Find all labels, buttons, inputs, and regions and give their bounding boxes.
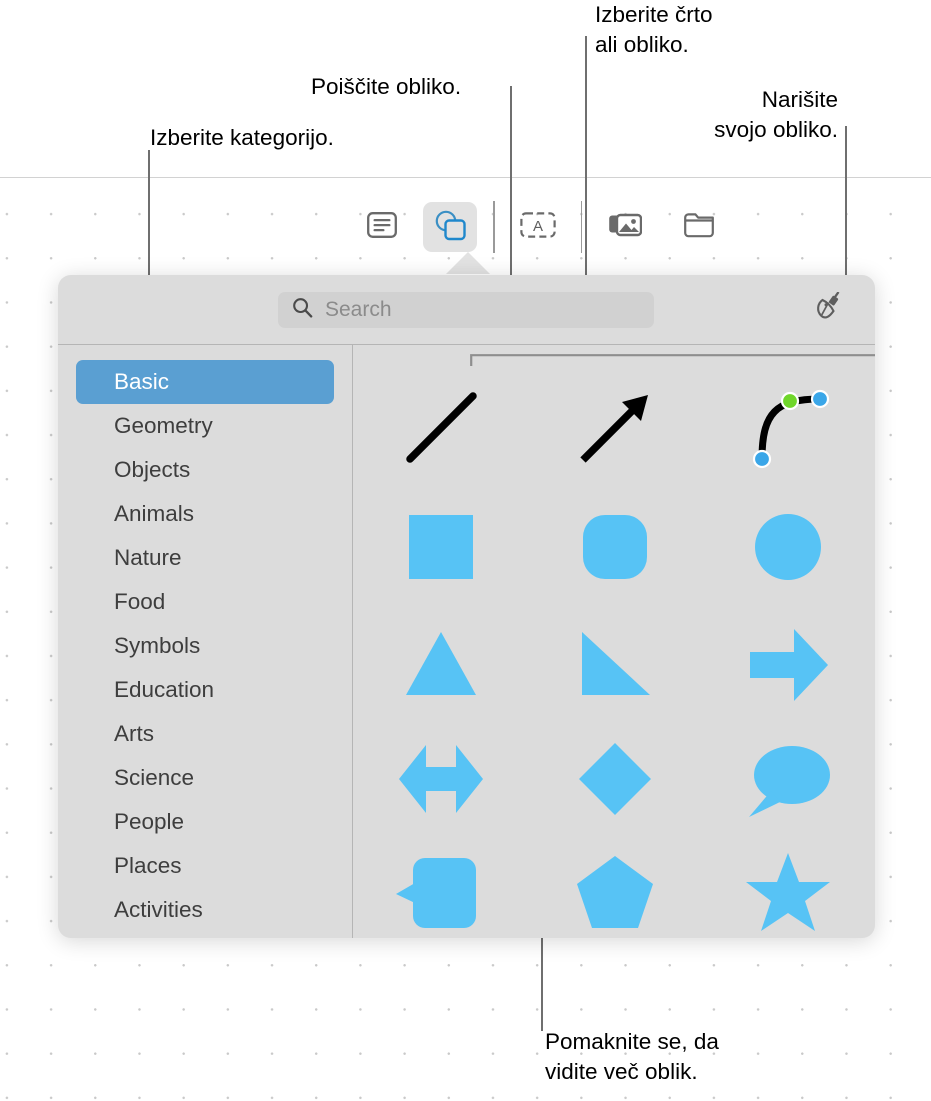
shapes-icon [433, 209, 467, 246]
sidebar-item-people[interactable]: People [76, 800, 334, 844]
leader-line-draw [845, 126, 847, 300]
category-sidebar: Basic Geometry Objects Animals Nature Fo… [58, 347, 352, 938]
sidebar-item-objects[interactable]: Objects [76, 448, 334, 492]
shape-line[interactable] [354, 367, 528, 487]
sidebar-item-geometry[interactable]: Geometry [76, 404, 334, 448]
toolbar-media-button[interactable] [598, 202, 652, 252]
sidebar-item-science[interactable]: Science [76, 756, 334, 800]
shapes-row-misc [354, 833, 875, 938]
shape-arrow[interactable] [528, 367, 702, 487]
sidebar-item-label: Places [114, 853, 182, 878]
sidebar-item-label: Geometry [114, 413, 213, 438]
toolbar-text-field-button[interactable]: A [511, 202, 565, 252]
shapes-row-lines [354, 367, 875, 487]
shapes-popover: Search Basic Geometry Objects Animals Na… [58, 275, 875, 938]
shape-callout-box[interactable] [354, 833, 528, 938]
toolbar-separator-1 [493, 201, 495, 253]
svg-text:A: A [532, 218, 542, 235]
shape-square[interactable] [354, 487, 528, 607]
shape-bezier-curve[interactable] [701, 367, 875, 487]
callout-search-shape: Poiščite obliko. [311, 74, 462, 99]
sidebar-item-label: Basic [114, 369, 170, 394]
insert-toolbar: A [355, 198, 730, 256]
callout-draw-shape: Narišite svojo obliko. [714, 87, 838, 142]
sidebar-item-label: Activities [114, 897, 203, 922]
sidebar-item-symbols[interactable]: Symbols [76, 624, 334, 668]
header-divider [58, 344, 875, 346]
shapes-row-basic [354, 487, 875, 607]
shape-star[interactable] [701, 833, 875, 938]
shape-speech-bubble[interactable] [701, 719, 875, 839]
search-input[interactable]: Search [278, 292, 654, 328]
callout-line-or-shape: Izberite črto ali obliko. [595, 2, 713, 57]
draw-shape-button[interactable] [807, 289, 849, 331]
sidebar-item-education[interactable]: Education [76, 668, 334, 712]
shape-right-triangle[interactable] [528, 605, 702, 725]
shape-diamond[interactable] [528, 719, 702, 839]
sidebar-item-food[interactable]: Food [76, 580, 334, 624]
shape-triangle[interactable] [354, 605, 528, 725]
sidebar-item-label: Objects [114, 457, 191, 482]
search-placeholder: Search [325, 298, 392, 321]
sidebar-item-label: Arts [114, 721, 155, 746]
toolbar-shapes-button[interactable] [423, 202, 477, 252]
shape-double-arrow[interactable] [354, 719, 528, 839]
callout-scroll-more: Pomaknite se, da vidite več oblik. [545, 1029, 719, 1084]
sidebar-item-basic[interactable]: Basic [76, 360, 334, 404]
popover-header: Search [58, 275, 875, 344]
sidebar-item-label: People [114, 809, 185, 834]
shapes-row-triangles [354, 605, 875, 725]
sidebar-item-label: Education [114, 677, 215, 702]
text-field-icon: A [519, 211, 556, 243]
sidebar-item-label: Animals [114, 501, 195, 526]
pen-icon [812, 290, 844, 329]
toolbar-folder-button[interactable] [672, 202, 726, 252]
sidebar-item-arts[interactable]: Arts [76, 712, 334, 756]
screenshot-root: Izberite kategorijo. Poiščite obliko. Iz… [0, 0, 931, 1101]
sidebar-item-animals[interactable]: Animals [76, 492, 334, 536]
toolbar-text-button[interactable] [355, 202, 409, 252]
popover-pointer-arrow [446, 252, 490, 274]
sidebar-item-label: Food [114, 589, 166, 614]
sidebar-item-label: Science [114, 765, 195, 790]
search-icon [292, 297, 313, 323]
toolbar-separator-2 [580, 201, 582, 253]
sidebar-item-places[interactable]: Places [76, 844, 334, 888]
shape-row-bracket [470, 354, 875, 367]
shape-pentagon[interactable] [528, 833, 702, 938]
shapes-row-arrows [354, 719, 875, 839]
shapes-grid [354, 347, 875, 938]
sidebar-item-nature[interactable]: Nature [76, 536, 334, 580]
sidebar-item-label: Symbols [114, 633, 201, 658]
shape-right-arrow[interactable] [701, 605, 875, 725]
folder-icon [683, 212, 715, 243]
sidebar-item-activities[interactable]: Activities [76, 888, 334, 932]
photos-icon [608, 211, 643, 244]
shape-circle[interactable] [701, 487, 875, 607]
callout-choose-category: Izberite kategorijo. [150, 125, 334, 150]
shape-rounded-square[interactable] [528, 487, 702, 607]
text-box-icon [367, 211, 397, 243]
sidebar-item-label: Nature [114, 545, 182, 570]
